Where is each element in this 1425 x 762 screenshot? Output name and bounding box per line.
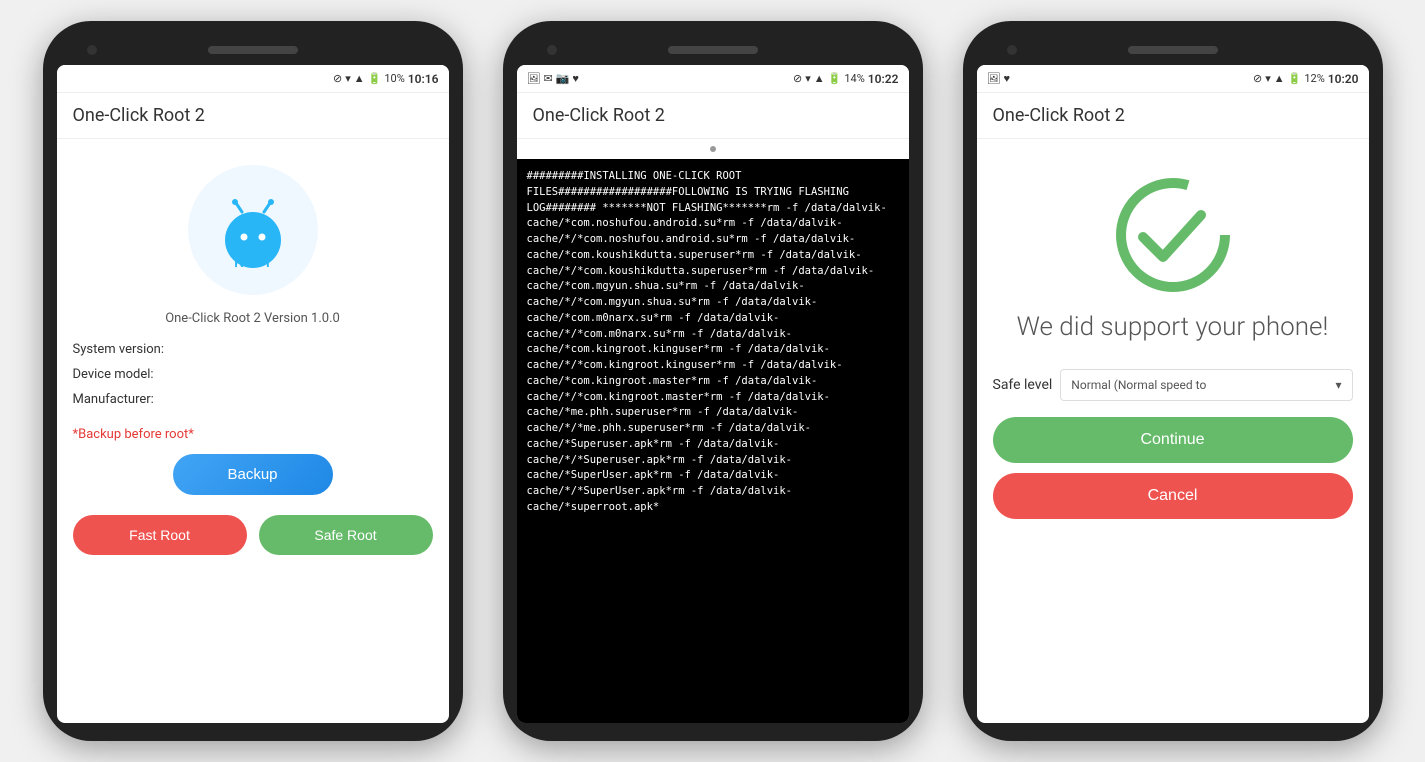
- continue-button[interactable]: Continue: [993, 417, 1353, 463]
- wifi-icon-3: ▾: [1265, 72, 1271, 85]
- phone-2-notch: [517, 39, 909, 61]
- svg-text:ROOT: ROOT: [234, 255, 272, 270]
- safe-level-row: Safe level Normal (Normal speed to ▾: [993, 369, 1353, 401]
- phone-3-notch: [977, 39, 1369, 61]
- phone-3-camera: [1007, 45, 1017, 55]
- backup-button[interactable]: Backup: [173, 454, 333, 495]
- phone-2-app-bar: One-Click Root 2: [517, 93, 909, 139]
- phone-2-speaker: [668, 46, 758, 54]
- phone-3-app-title: One-Click Root 2: [993, 105, 1125, 126]
- log-dot: [710, 146, 716, 152]
- phone-3-left-icons: 🖼 ♥: [987, 72, 1011, 85]
- phone-3-success-screen: We did support your phone! Safe level No…: [977, 139, 1369, 723]
- phone-3-status-icons: ⊘ ▾ ▲ 🔋 12% 10:20: [1253, 72, 1358, 86]
- dnd-icon: ⊘: [333, 72, 342, 85]
- phone-1-content: ROOT One-Click Root 2 Version 1.0.0 Syst…: [57, 139, 449, 723]
- heart-icon: ♥: [572, 72, 579, 85]
- version-text: One-Click Root 2 Version 1.0.0: [73, 311, 433, 326]
- phone-3: 🖼 ♥ ⊘ ▾ ▲ 🔋 12% 10:20 One-Click Root 2: [963, 21, 1383, 741]
- phone-1-status-bar: ⊘ ▾ ▲ 🔋 10% 10:16: [57, 65, 449, 93]
- screenshot-icon: 🖼: [527, 72, 541, 85]
- phone-2-status-left-icons: 🖼 ✉ 📷 ♥: [527, 72, 579, 85]
- phone-1-time: 10:16: [408, 72, 439, 86]
- success-checkmark-svg: [1113, 175, 1233, 295]
- safe-root-button[interactable]: Safe Root: [259, 515, 433, 555]
- system-version-label: System version:: [73, 342, 433, 357]
- phone-2-battery-pct: 14%: [844, 72, 864, 85]
- log-content: #########INSTALLING ONE-CLICK ROOT FILES…: [517, 159, 909, 723]
- heart-icon-3: ♥: [1003, 72, 1010, 85]
- phone-2-screen: 🖼 ✉ 📷 ♥ ⊘ ▾ ▲ 🔋 14% 10:22 One-Click Root…: [517, 65, 909, 723]
- phone-1-app-title: One-Click Root 2: [73, 105, 205, 126]
- phone-2-status-icons: ⊘ ▾ ▲ 🔋 14% 10:22: [793, 72, 898, 86]
- phone-3-speaker: [1128, 46, 1218, 54]
- phone-2: 🖼 ✉ 📷 ♥ ⊘ ▾ ▲ 🔋 14% 10:22 One-Click Root…: [503, 21, 923, 741]
- phone-2-camera: [547, 45, 557, 55]
- signal-icon-2: ▲: [814, 72, 825, 85]
- mail-icon: ✉: [543, 72, 552, 85]
- dnd-icon-2: ⊘: [793, 72, 802, 85]
- android-circle: ROOT: [188, 165, 318, 295]
- success-checkmark-container: [993, 175, 1353, 295]
- success-message: We did support your phone!: [993, 311, 1353, 345]
- phone-2-time: 10:22: [868, 72, 899, 86]
- signal-icon-3: ▲: [1274, 72, 1285, 85]
- battery-icon-2: 🔋: [828, 72, 842, 85]
- phone-1-screen: ⊘ ▾ ▲ 🔋 10% 10:16 One-Click Root 2: [57, 65, 449, 723]
- phone-1-app-bar: One-Click Root 2: [57, 93, 449, 139]
- battery-icon: 🔋: [368, 72, 382, 85]
- wifi-icon: ▾: [345, 72, 351, 85]
- phone-2-app-title: One-Click Root 2: [533, 105, 665, 126]
- phone-2-status-bar: 🖼 ✉ 📷 ♥ ⊘ ▾ ▲ 🔋 14% 10:22: [517, 65, 909, 93]
- android-logo-container: ROOT: [73, 165, 433, 295]
- battery-icon-3: 🔋: [1288, 72, 1302, 85]
- android-svg: ROOT: [208, 185, 298, 275]
- phone-2-log-screen: #########INSTALLING ONE-CLICK ROOT FILES…: [517, 139, 909, 723]
- wifi-icon-2: ▾: [805, 72, 811, 85]
- device-model-label: Device model:: [73, 367, 433, 382]
- camera-icon2: 📷: [556, 72, 570, 85]
- cancel-button[interactable]: Cancel: [993, 473, 1353, 519]
- phone-3-time: 10:20: [1328, 72, 1359, 86]
- safe-level-label: Safe level: [993, 377, 1053, 393]
- phone-1-battery-pct: 10%: [384, 72, 404, 85]
- chevron-down-icon: ▾: [1335, 378, 1341, 392]
- log-header-dot: [517, 139, 909, 159]
- manufacturer-label: Manufacturer:: [73, 392, 433, 407]
- phone-3-screen: 🖼 ♥ ⊘ ▾ ▲ 🔋 12% 10:20 One-Click Root 2: [977, 65, 1369, 723]
- screenshot-icon-3: 🖼: [987, 72, 1001, 85]
- dnd-icon-3: ⊘: [1253, 72, 1262, 85]
- phone-1-speaker: [208, 46, 298, 54]
- phone-1: ⊘ ▾ ▲ 🔋 10% 10:16 One-Click Root 2: [43, 21, 463, 741]
- root-buttons-row: Fast Root Safe Root: [73, 515, 433, 555]
- safe-level-select[interactable]: Normal (Normal speed to ▾: [1060, 369, 1352, 401]
- phone-1-camera: [87, 45, 97, 55]
- signal-icon: ▲: [354, 72, 365, 85]
- phone-3-app-bar: One-Click Root 2: [977, 93, 1369, 139]
- backup-warning: *Backup before root*: [73, 427, 433, 442]
- safe-level-value: Normal (Normal speed to: [1071, 378, 1206, 392]
- phone-3-status-bar: 🖼 ♥ ⊘ ▾ ▲ 🔋 12% 10:20: [977, 65, 1369, 93]
- phone-1-notch: [57, 39, 449, 61]
- phone-1-status-icons: ⊘ ▾ ▲ 🔋 10% 10:16: [333, 72, 438, 86]
- fast-root-button[interactable]: Fast Root: [73, 515, 247, 555]
- phone-3-battery-pct: 12%: [1304, 72, 1324, 85]
